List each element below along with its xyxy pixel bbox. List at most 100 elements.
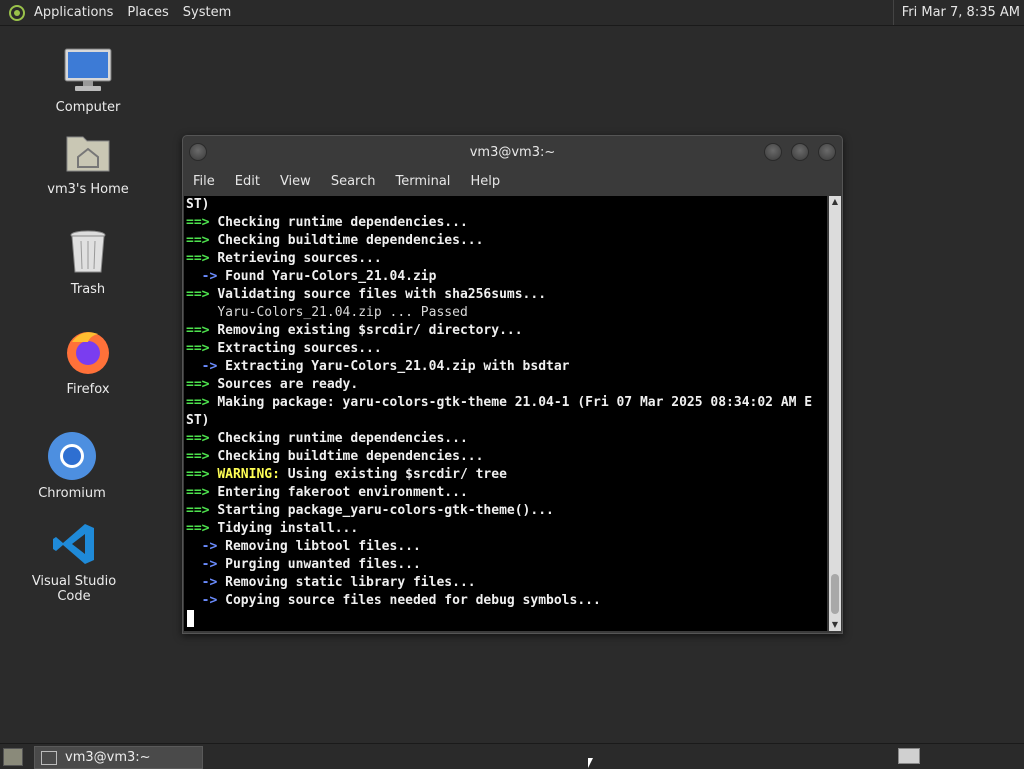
system-menu[interactable]: System (183, 5, 231, 20)
menu-view[interactable]: View (280, 174, 311, 189)
desktop-icon-trash[interactable]: Trash (33, 226, 143, 297)
minimize-icon[interactable] (764, 143, 782, 161)
line-prefix: -> (186, 359, 218, 374)
terminal-line: -> Copying source files needed for debug… (184, 592, 827, 610)
menu-file[interactable]: File (193, 174, 215, 189)
line-prefix: -> (186, 557, 218, 572)
line-text: Removing static library files... (225, 575, 476, 590)
line-prefix: -> (186, 575, 218, 590)
taskbar-button-terminal[interactable]: vm3@vm3:~ (34, 746, 203, 769)
desktop-icon-computer[interactable]: Computer (33, 44, 143, 115)
desktop-icon-vscode[interactable]: Visual Studio Code (19, 518, 129, 604)
warning-label: WARNING: (217, 467, 280, 482)
chromium-icon (46, 430, 98, 482)
line-text: Checking buildtime dependencies... (217, 449, 484, 464)
line-text: Sources are ready. (217, 377, 359, 392)
line-prefix: -> (186, 269, 218, 284)
terminal-line: ==> Checking buildtime dependencies... (184, 232, 827, 250)
terminal-line: ST) (184, 196, 827, 214)
line-text: Starting package_yaru-colors-gtk-theme()… (217, 503, 554, 518)
terminal-line: ==> Making package: yaru-colors-gtk-them… (184, 394, 827, 412)
line-text: Entering fakeroot environment... (217, 485, 468, 500)
scroll-up-arrow-icon[interactable]: ▲ (829, 196, 841, 208)
line-prefix: ==> (186, 233, 210, 248)
close-icon[interactable] (818, 143, 836, 161)
line-prefix: -> (186, 539, 218, 554)
line-text: Copying source files needed for debug sy… (225, 593, 601, 608)
terminal-line: -> Found Yaru-Colors_21.04.zip (184, 268, 827, 286)
distro-logo-icon[interactable] (8, 4, 26, 22)
line-text: Extracting sources... (217, 341, 382, 356)
terminal-line: -> Extracting Yaru-Colors_21.04.zip with… (184, 358, 827, 376)
line-text: Retrieving sources... (217, 251, 382, 266)
show-desktop-icon[interactable] (3, 748, 23, 766)
vertical-scrollbar[interactable]: ▲ ▼ (829, 196, 841, 631)
mouse-pointer-icon (588, 758, 593, 768)
terminal-line: ==> Tidying install... (184, 520, 827, 538)
desktop-icon-label: vm3's Home (47, 182, 129, 197)
line-prefix: ==> (186, 251, 210, 266)
line-prefix: ==> (186, 503, 210, 518)
line-prefix (186, 305, 209, 320)
line-prefix: ==> (186, 395, 210, 410)
line-text: Checking runtime dependencies... (217, 431, 468, 446)
desktop-icon-home[interactable]: vm3's Home (33, 126, 143, 197)
menu-search[interactable]: Search (331, 174, 376, 189)
desktop-icon-chromium[interactable]: Chromium (17, 430, 127, 501)
line-prefix: ==> (186, 449, 210, 464)
menu-edit[interactable]: Edit (235, 174, 260, 189)
clock[interactable]: Fri Mar 7, 8:35 AM (892, 0, 1024, 25)
taskbar-button-label: vm3@vm3:~ (65, 750, 151, 765)
terminal-line: ==> Removing existing $srcdir/ directory… (184, 322, 827, 340)
firefox-icon (62, 326, 114, 378)
window-title: vm3@vm3:~ (469, 144, 556, 160)
line-prefix: ==> (186, 215, 210, 230)
workspace-switcher[interactable] (898, 748, 920, 764)
computer-icon (62, 44, 114, 96)
line-text: Extracting Yaru-Colors_21.04.zip with bs… (225, 359, 570, 374)
line-text: Removing existing $srcdir/ directory... (217, 323, 523, 338)
line-text: Found Yaru-Colors_21.04.zip (225, 269, 437, 284)
line-prefix: ==> (186, 485, 210, 500)
window-titlebar[interactable]: vm3@vm3:~ (183, 136, 842, 168)
applications-menu[interactable]: Applications (34, 5, 113, 20)
places-menu[interactable]: Places (127, 5, 168, 20)
terminal-window[interactable]: vm3@vm3:~ File Edit View Search Terminal… (182, 135, 843, 634)
terminal-icon (41, 750, 57, 765)
line-prefix: -> (186, 593, 218, 608)
line-text: Using existing $srcdir/ tree (287, 467, 507, 482)
terminal-line: ==> Extracting sources... (184, 340, 827, 358)
desktop-icon-label: Visual Studio Code (31, 574, 117, 604)
bottom-panel: vm3@vm3:~ (0, 743, 1024, 769)
menu-terminal[interactable]: Terminal (395, 174, 450, 189)
scroll-down-arrow-icon[interactable]: ▼ (829, 619, 841, 631)
terminal-line: ==> Checking runtime dependencies... (184, 214, 827, 232)
line-text: ST) (186, 413, 210, 428)
line-prefix: ==> (186, 467, 210, 482)
line-text: Purging unwanted files... (225, 557, 421, 572)
terminal-line: ==> Entering fakeroot environment... (184, 484, 827, 502)
line-text: Tidying install... (217, 521, 359, 536)
window-menu-icon[interactable] (189, 143, 207, 161)
line-text: Making package: yaru-colors-gtk-theme 21… (217, 395, 813, 410)
terminal-output[interactable]: ST) ==> Checking runtime dependencies... =… (184, 196, 827, 631)
line-text: Checking buildtime dependencies... (217, 233, 484, 248)
home-folder-icon (62, 126, 114, 178)
line-prefix: ==> (186, 377, 210, 392)
terminal-cursor (187, 610, 194, 627)
maximize-icon[interactable] (791, 143, 809, 161)
scrollbar-thumb[interactable] (831, 574, 839, 614)
line-text: ST) (186, 197, 210, 212)
line-prefix: ==> (186, 521, 210, 536)
terminal-line: -> Purging unwanted files... (184, 556, 827, 574)
top-panel: Applications Places System Fri Mar 7, 8:… (0, 0, 1024, 26)
menu-help[interactable]: Help (470, 174, 500, 189)
line-prefix: ==> (186, 287, 210, 302)
terminal-line: ==> Starting package_yaru-colors-gtk-the… (184, 502, 827, 520)
desktop-icon-firefox[interactable]: Firefox (33, 326, 143, 397)
terminal-line: ST) (184, 412, 827, 430)
desktop-icon-label: Trash (70, 282, 106, 297)
vscode-icon (48, 518, 100, 570)
trash-icon (62, 226, 114, 278)
terminal-line: ==> Validating source files with sha256s… (184, 286, 827, 304)
